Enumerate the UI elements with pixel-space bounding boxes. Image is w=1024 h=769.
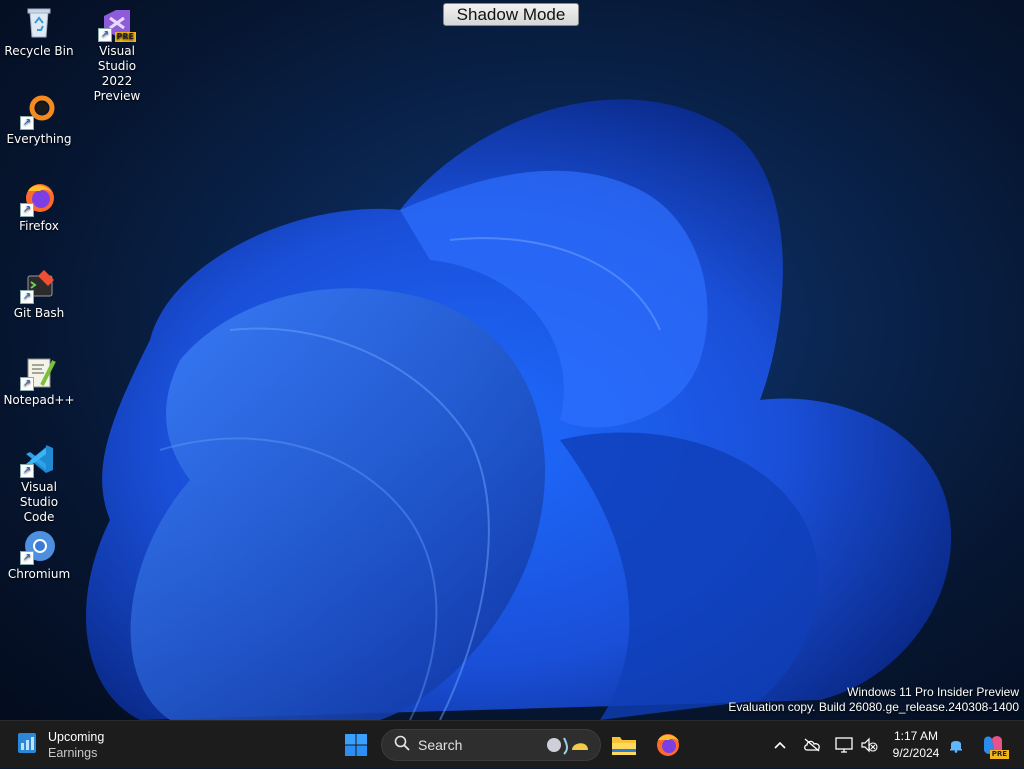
shortcut-arrow-icon: ↗	[20, 551, 34, 565]
notifications-button[interactable]	[945, 721, 967, 769]
search-placeholder: Search	[418, 737, 463, 753]
desktop-icon-label-line2: 2022 Preview	[93, 74, 141, 103]
taskbar-search-box[interactable]: Search	[381, 729, 601, 761]
watermark-line2: Evaluation copy. Build 26080.ge_release.…	[728, 700, 1019, 714]
windows-logo-icon	[345, 734, 367, 756]
everything-icon: ↗	[20, 94, 56, 130]
firefox-icon	[657, 734, 679, 756]
search-highlight-icon	[544, 734, 592, 760]
watermark-line1: Windows 11 Pro Insider Preview	[847, 685, 1019, 699]
desktop-icon-notepad-plus-plus[interactable]: ↗ Notepad++	[1, 355, 77, 408]
widgets-button[interactable]: Upcoming Earnings	[16, 727, 104, 763]
widget-title: Upcoming	[48, 730, 105, 744]
firefox-icon: ↗	[20, 181, 56, 217]
desktop-icon-label: Chromium	[7, 567, 71, 581]
taskbar-firefox[interactable]	[650, 727, 686, 763]
copilot-icon: PRE	[981, 733, 1009, 759]
folder-icon	[612, 737, 636, 755]
cloud-off-icon	[804, 738, 820, 752]
desktop-icon-visual-studio-preview[interactable]: ↗ PRE Visual Studio 2022 Preview	[79, 6, 155, 104]
widget-subtitle: Earnings	[48, 746, 98, 760]
copilot-button[interactable]: PRE	[978, 721, 1009, 769]
desktop-icon-label: Notepad++	[3, 393, 75, 407]
vscode-icon: ↗	[20, 442, 56, 478]
preview-badge: PRE	[114, 32, 136, 42]
desktop-icon-label: Firefox	[19, 219, 59, 233]
speaker-muted-icon	[861, 737, 878, 753]
desktop-icon-vscode[interactable]: ↗ Visual Studio Code	[1, 442, 77, 525]
desktop-icon-git-bash[interactable]: ↗ Git Bash	[1, 268, 77, 321]
monitor-icon	[835, 737, 853, 753]
notepad-plus-plus-icon: ↗	[20, 355, 56, 391]
copilot-preview-badge: PRE	[989, 750, 1009, 759]
recycle-bin-icon	[22, 6, 56, 40]
onedrive-tray-button[interactable]	[800, 721, 824, 769]
wallpaper-bloom	[86, 99, 952, 720]
desktop-icon-label: Recycle Bin	[4, 44, 74, 58]
git-bash-icon: ↗	[20, 268, 56, 304]
show-hidden-icons-button[interactable]	[768, 721, 792, 769]
clock-date: 9/2/2024	[892, 746, 940, 760]
desktop-icon-chromium[interactable]: ↗ Chromium	[1, 529, 77, 582]
taskbar-file-explorer[interactable]	[606, 727, 642, 763]
taskbar: Upcoming Earnings Search 1:17 AM 9/2/202…	[0, 720, 1024, 768]
shortcut-arrow-icon: ↗	[20, 203, 34, 217]
display-tray-button[interactable]	[832, 721, 856, 769]
desktop-icon-recycle-bin[interactable]: Recycle Bin	[1, 6, 77, 59]
desktop-icon-label-line2: Code	[23, 510, 55, 524]
visual-studio-icon: ↗ PRE	[98, 6, 136, 42]
chromium-icon: ↗	[20, 529, 56, 565]
shortcut-arrow-icon: ↗	[20, 290, 34, 304]
desktop-icon-label: Git Bash	[13, 306, 65, 320]
chevron-up-icon	[774, 741, 786, 749]
start-button[interactable]	[338, 727, 374, 763]
desktop-icon-everything[interactable]: ↗ Everything	[1, 94, 77, 147]
desktop: Shadow Mode Recycle Bin ↗ PRE Visual Stu…	[0, 0, 1024, 720]
shortcut-arrow-icon: ↗	[20, 377, 34, 391]
shadow-mode-button[interactable]: Shadow Mode	[443, 3, 579, 26]
taskbar-clock[interactable]: 1:17 AM 9/2/2024	[880, 728, 952, 762]
desktop-icon-firefox[interactable]: ↗ Firefox	[1, 181, 77, 234]
desktop-icon-label: Visual Studio	[19, 480, 59, 509]
bell-icon	[950, 741, 962, 753]
search-icon	[394, 735, 410, 755]
desktop-icon-label: Visual Studio	[97, 44, 137, 73]
os-watermark: Windows 11 Pro Insider Preview Evaluatio…	[728, 685, 1019, 715]
clock-time: 1:17 AM	[893, 729, 939, 743]
stock-chart-icon	[16, 731, 40, 759]
volume-tray-button[interactable]	[858, 721, 880, 769]
shortcut-arrow-icon: ↗	[20, 116, 34, 130]
shortcut-arrow-icon: ↗	[98, 28, 112, 42]
shortcut-arrow-icon: ↗	[20, 464, 34, 478]
desktop-icon-label: Everything	[6, 132, 72, 146]
